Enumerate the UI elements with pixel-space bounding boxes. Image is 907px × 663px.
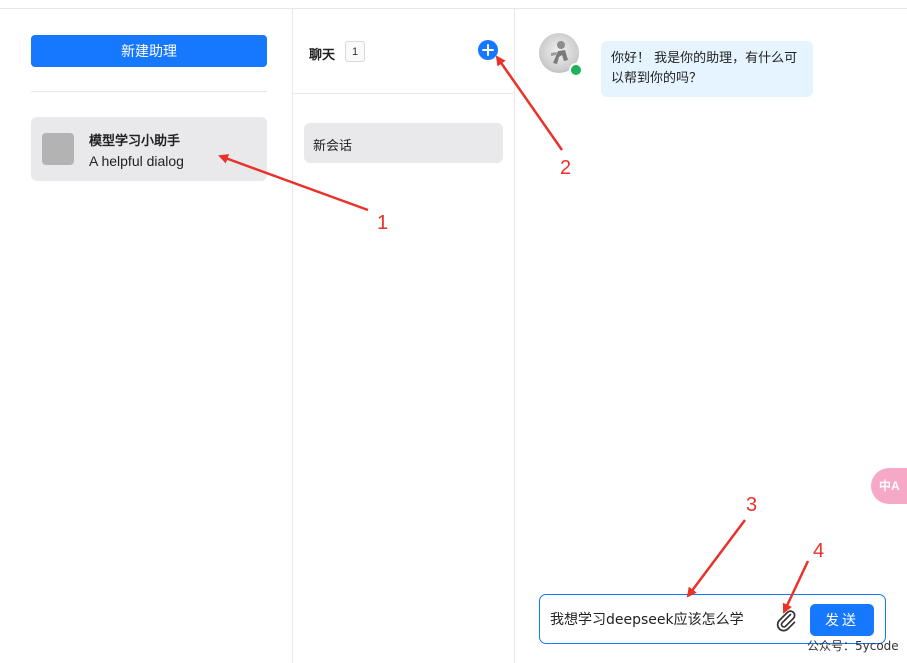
annotation-number: 3 — [746, 494, 758, 516]
conversation-item[interactable]: 新会话 — [304, 123, 503, 163]
assistant-message: 你好！ 我是你的助理，有什么可以帮到你的吗？ — [601, 41, 813, 97]
assistant-name: 模型学习小助手 — [89, 134, 181, 149]
translate-badge-text: 中A — [879, 479, 900, 493]
translate-icon[interactable]: 中A — [871, 468, 907, 504]
new-assistant-button[interactable]: 新建助理 — [31, 35, 267, 67]
plus-circle-icon[interactable] — [478, 40, 498, 60]
assistant-description: A helpful dialog — [89, 153, 184, 169]
conversation-panel: 你好！ 我是你的助理，有什么可以帮到你的吗？ 发送 — [515, 9, 907, 663]
assistants-panel: 新建助理 模型学习小助手 A helpful dialog — [0, 9, 293, 663]
annotation-number: 1 — [377, 212, 389, 234]
annotation-number: 4 — [813, 540, 825, 562]
assistant-avatar — [42, 133, 74, 165]
online-status-dot — [569, 63, 583, 77]
chat-list-panel: 聊天 1 新会话 — [293, 9, 515, 663]
annotation-number: 2 — [560, 157, 572, 179]
conversation-label: 新会话 — [313, 139, 353, 154]
watermark: 公众号：5ycode — [807, 639, 899, 653]
chat-count-badge: 1 — [345, 41, 365, 62]
paperclip-icon[interactable] — [774, 608, 798, 632]
divider — [31, 91, 267, 92]
send-button[interactable]: 发送 — [810, 604, 874, 636]
assistant-item[interactable]: 模型学习小助手 A helpful dialog — [31, 117, 267, 181]
message-input[interactable] — [550, 604, 768, 634]
divider — [293, 93, 514, 94]
chat-list-title: 聊天 — [309, 48, 336, 63]
